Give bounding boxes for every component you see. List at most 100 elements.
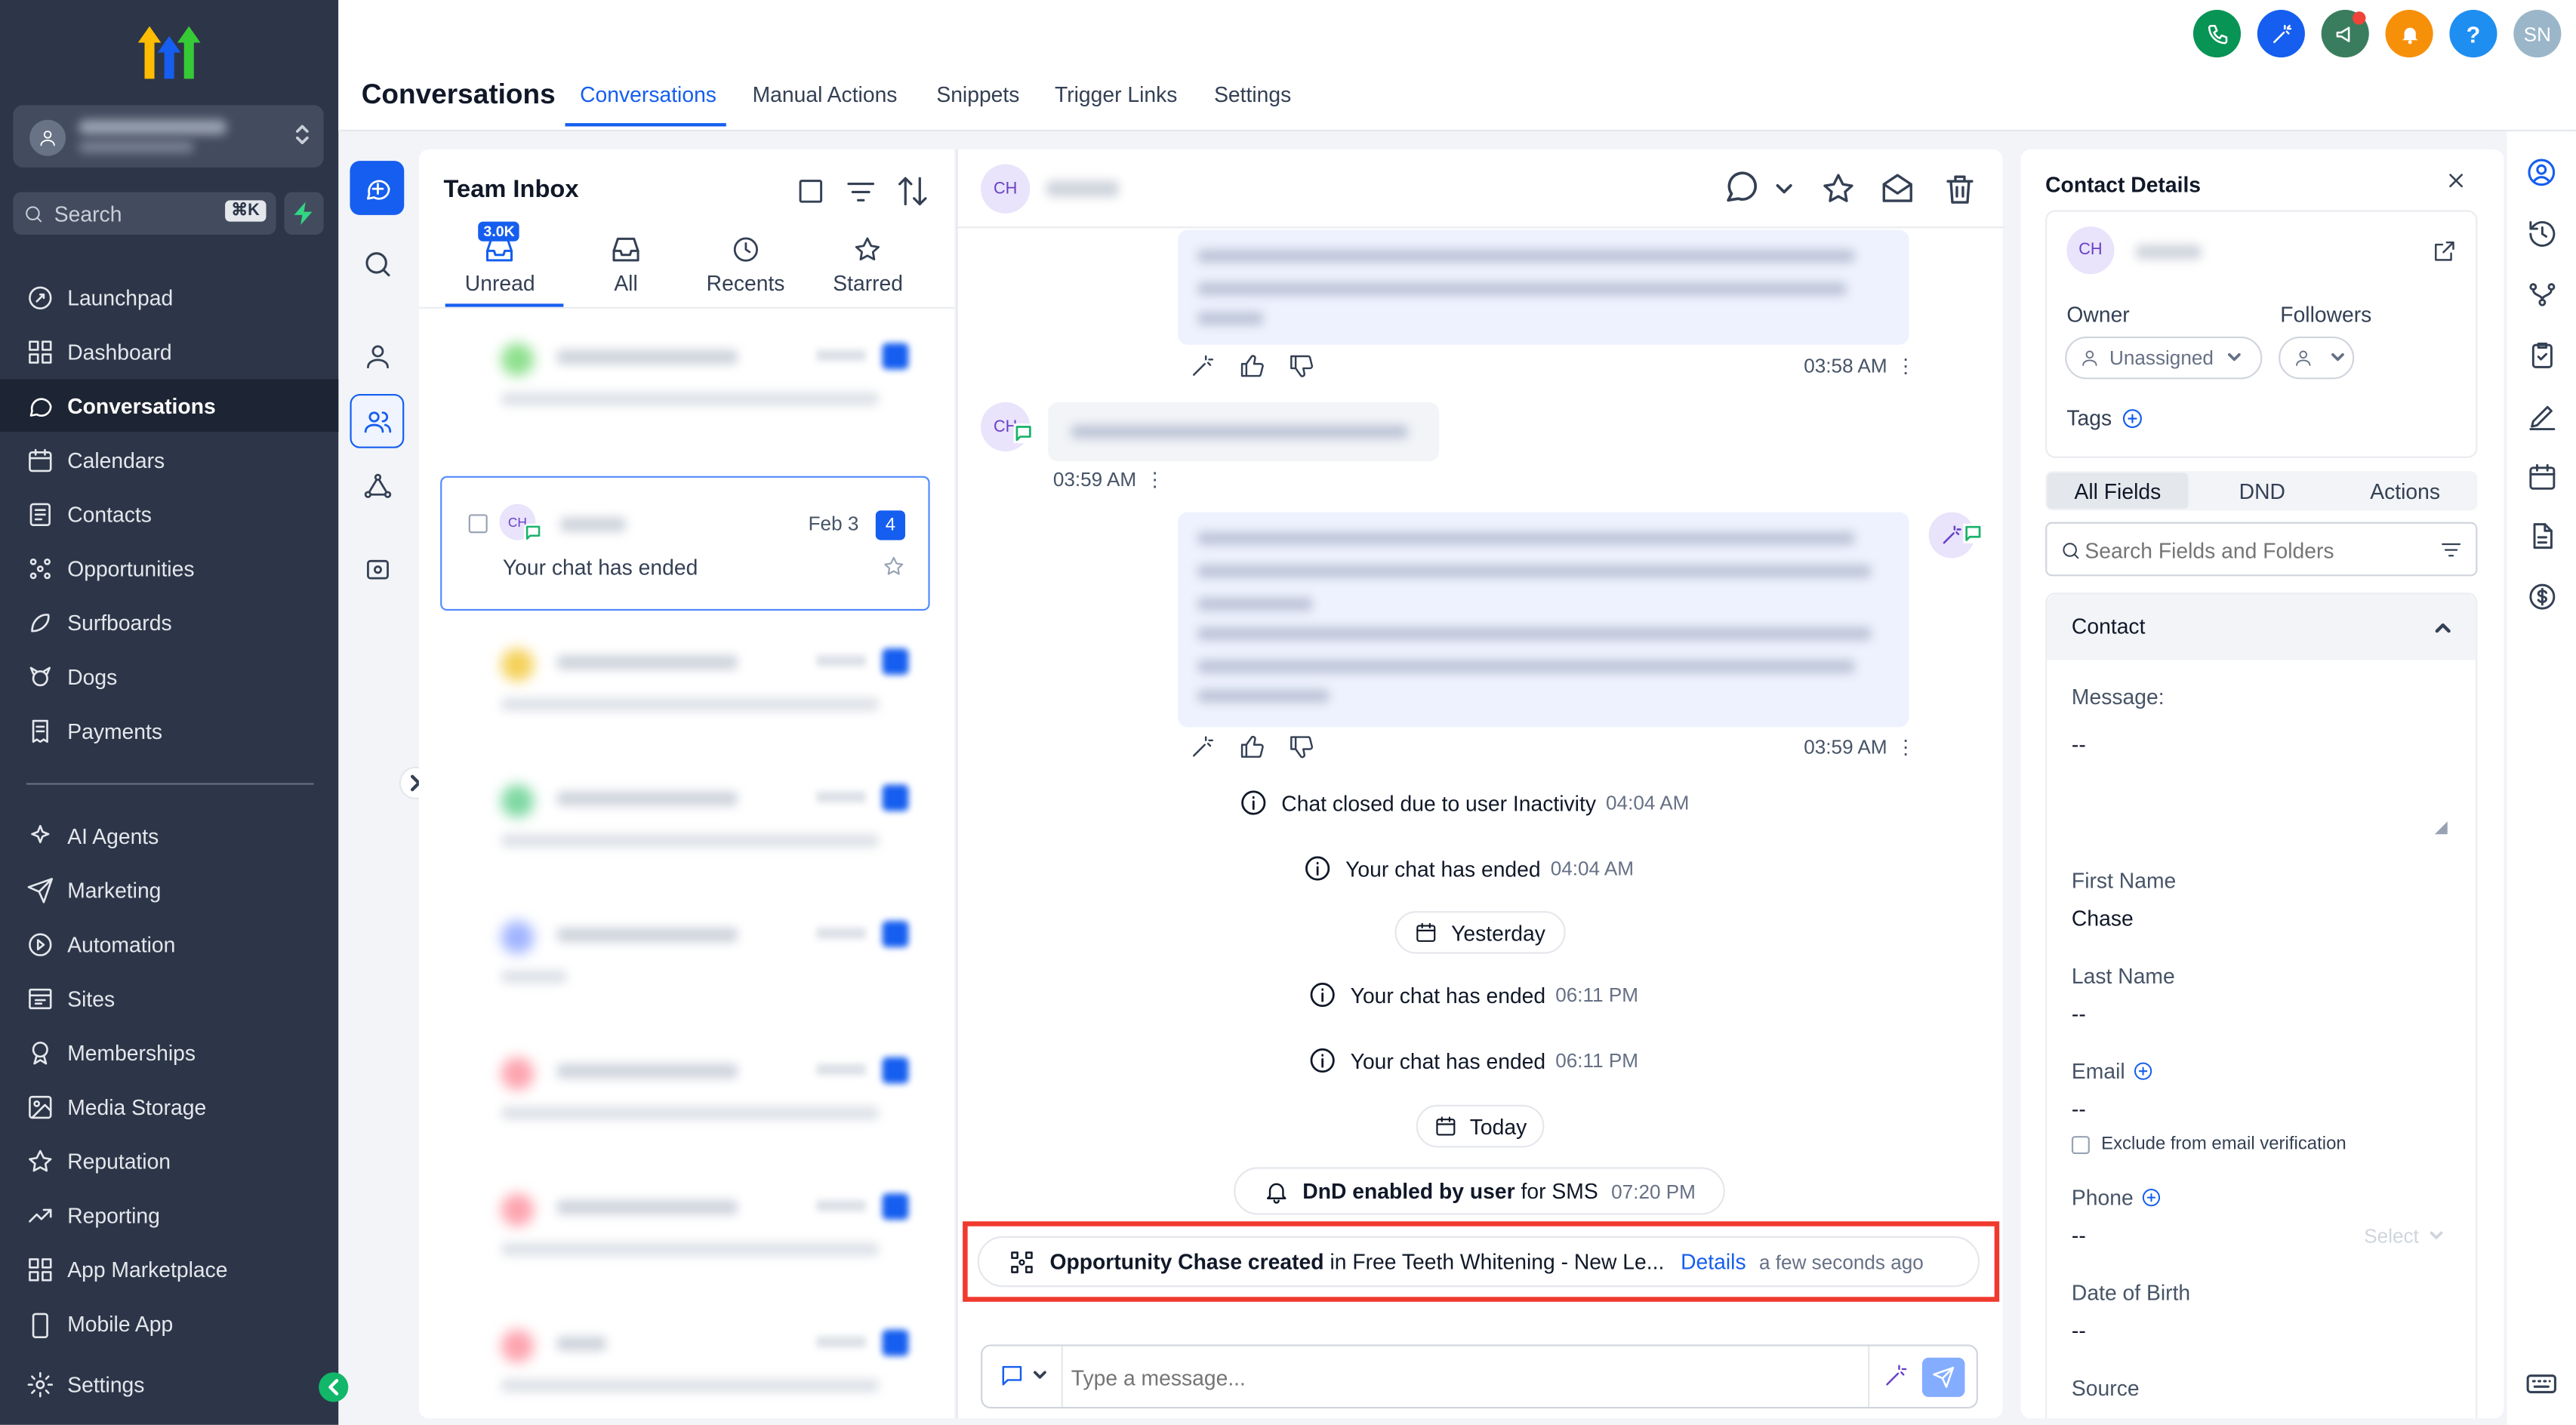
select-all-checkbox[interactable] [795,176,826,207]
channel-selector[interactable] [999,1362,1048,1389]
list-item[interactable] [442,1307,931,1425]
sidebar-item-calendars[interactable]: Calendars [0,433,338,486]
sidebar-item-dogs[interactable]: Dogs [0,650,338,703]
row-checkbox[interactable] [467,512,489,535]
tab-all-fields[interactable]: All Fields [2047,472,2189,509]
phone-type-select[interactable]: Select [2364,1225,2445,1248]
help-button[interactable]: ? [2449,10,2497,58]
sidebar-search[interactable]: Search ⌘K [13,192,276,235]
thumbs-down-icon[interactable] [1288,353,1314,380]
list-item[interactable] [442,762,931,896]
sidebar-item-contacts[interactable]: Contacts [0,488,338,540]
add-phone-icon[interactable] [2140,1187,2161,1208]
field-search[interactable] [2045,522,2478,577]
sort-button[interactable] [895,174,930,209]
announcements-button[interactable] [2321,10,2369,58]
brand-logo[interactable] [131,20,207,82]
workflows-tab[interactable] [2522,274,2561,313]
message-menu-button[interactable]: ⋮ [1896,735,1915,758]
followers-select[interactable] [2279,336,2355,380]
ai-compose-button[interactable] [1883,1362,1909,1389]
sidebar-item-app-marketplace[interactable]: App Marketplace [0,1242,338,1295]
message-input[interactable] [1071,1361,1761,1394]
account-switcher[interactable] [13,105,324,168]
rail-channels-button[interactable] [350,458,404,512]
sidebar-item-reporting[interactable]: Reporting [0,1189,338,1242]
thumbs-up-icon[interactable] [1239,353,1265,380]
tab-manual-actions[interactable]: Manual Actions [753,82,898,107]
tab-actions[interactable]: Actions [2334,472,2476,509]
field-search-input[interactable] [2085,535,2414,565]
thumbs-down-icon[interactable] [1288,734,1314,760]
activity-tab[interactable] [2522,214,2561,253]
rail-search-button[interactable] [350,236,404,291]
add-email-icon[interactable] [2131,1060,2152,1082]
list-item[interactable] [442,898,931,1033]
star-chat-button[interactable] [1820,171,1857,207]
close-panel-button[interactable] [2445,169,2467,192]
tasks-tab[interactable] [2522,335,2561,374]
opportunity-details-link[interactable]: Details [1681,1249,1746,1274]
notes-tab[interactable] [2522,395,2561,435]
sidebar-item-surfboards[interactable]: Surfboards [0,596,338,649]
add-tag-icon[interactable] [2122,406,2144,429]
delete-button[interactable] [1942,171,1978,207]
sidebar-item-media-storage[interactable]: Media Storage [0,1080,338,1133]
keyboard-shortcuts-button[interactable] [2522,1364,2561,1403]
list-item[interactable] [442,320,931,454]
magic-wand-icon[interactable] [1189,353,1216,380]
quick-action-button[interactable] [284,192,324,235]
sidebar-item-conversations[interactable]: Conversations [0,379,339,432]
tab-conversations[interactable]: Conversations [580,82,716,107]
message-menu-button[interactable]: ⋮ [1145,468,1165,491]
sidebar-item-mobile-app[interactable]: Mobile App [0,1297,338,1340]
list-item[interactable] [442,1034,931,1168]
mark-read-button[interactable] [1879,171,1915,207]
inbox-tab-starred[interactable]: Starred [833,235,903,296]
new-conversation-button[interactable] [350,161,405,215]
notifications-button[interactable] [2385,10,2433,58]
filter-button[interactable] [844,176,877,209]
send-button[interactable] [1921,1357,1965,1397]
star-conversation-button[interactable] [883,555,905,577]
sidebar-item-sites[interactable]: Sites [0,972,338,1025]
sidebar-item-payments[interactable]: Payments [0,704,338,757]
sidebar-item-automation[interactable]: Automation [0,918,338,971]
rail-team-inbox-button[interactable] [350,394,405,448]
tab-settings[interactable]: Settings [1214,82,1291,107]
sidebar-item-reputation[interactable]: Reputation [0,1134,338,1187]
resize-handle[interactable]: ◢ [2435,819,2448,837]
contact-section-header[interactable]: Contact [2047,594,2476,660]
inbox-tab-all[interactable]: All [609,235,642,296]
message-menu-button[interactable]: ⋮ [1896,355,1915,377]
documents-tab[interactable] [2522,516,2561,555]
inbox-tab-unread[interactable]: 3.0K Unread [465,221,535,296]
contact-details-tab[interactable] [2522,152,2561,192]
rail-my-inbox-button[interactable] [350,328,404,383]
sidebar-item-dashboard[interactable]: Dashboard [0,325,338,378]
ai-assist-button[interactable] [2257,10,2305,58]
tab-snippets[interactable]: Snippets [936,82,1019,107]
sidebar-item-settings[interactable]: Settings [0,1358,338,1411]
phone-button[interactable] [2192,10,2242,58]
sidebar-item-launchpad[interactable]: Launchpad [0,271,338,324]
sidebar-item-marketing[interactable]: Marketing [0,863,338,916]
filter-icon[interactable] [2439,538,2462,561]
inbox-tab-recents[interactable]: Recents [707,235,784,296]
sidebar-item-ai-agents[interactable]: AI Agents [0,809,338,862]
magic-wand-icon[interactable] [1189,734,1216,760]
owner-select[interactable]: Unassigned [2065,336,2263,380]
list-item-selected[interactable]: CH Feb 3 4 Your chat has ended [440,476,930,611]
sidebar-item-opportunities[interactable]: Opportunities [0,542,338,595]
rail-live-button[interactable] [350,542,404,596]
list-item[interactable] [442,1171,931,1305]
payments-tab[interactable] [2522,576,2561,615]
sidebar-item-memberships[interactable]: Memberships [0,1026,338,1079]
open-contact-button[interactable] [2431,238,2457,264]
tab-trigger-links[interactable]: Trigger Links [1055,82,1177,107]
tab-dnd[interactable]: DND [2192,472,2333,509]
list-item[interactable] [442,626,931,760]
assign-button[interactable] [1721,171,1794,207]
thumbs-up-icon[interactable] [1239,734,1265,760]
appointments-tab[interactable] [2522,457,2561,496]
